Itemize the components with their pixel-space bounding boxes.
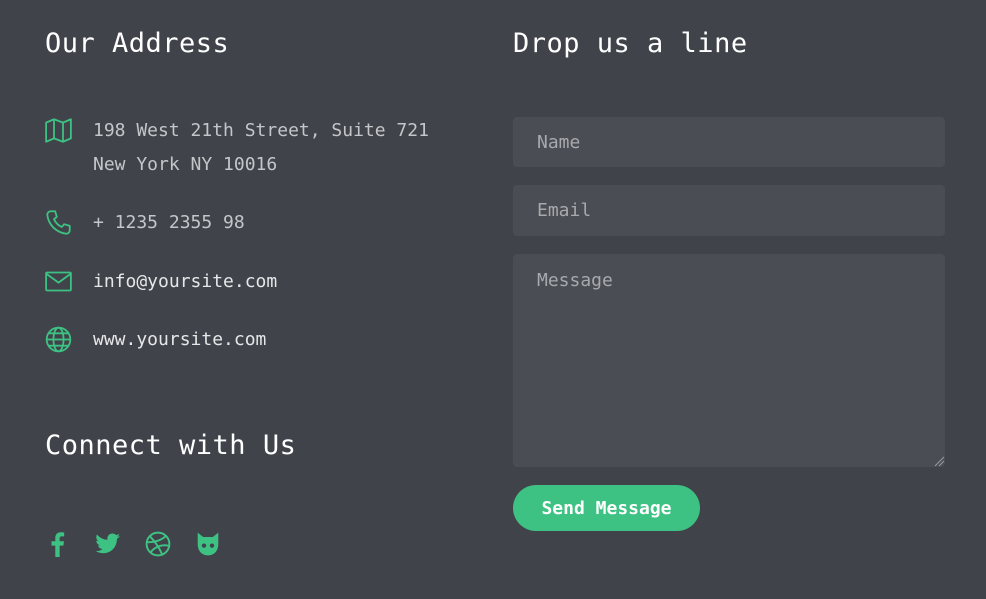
email-input[interactable] [513,185,945,236]
twitter-icon[interactable] [95,531,121,557]
email-row: info@yoursite.com [45,268,277,299]
dribbble-icon[interactable] [145,531,171,557]
facebook-icon[interactable] [45,531,71,557]
phone-number: + 1235 2355 98 [93,212,245,233]
website-link[interactable]: www.yoursite.com [93,323,266,357]
address-title: Our Address [45,28,230,59]
website-row: www.yoursite.com [45,326,266,357]
phone-row: + 1235 2355 98 [45,209,245,240]
address-row: 198 West 21th Street, Suite 721 New York… [45,117,429,182]
name-input[interactable] [513,117,945,167]
connect-title: Connect with Us [45,430,297,461]
phone-icon [45,209,72,236]
map-icon [45,117,72,144]
form-title: Drop us a line [513,28,748,59]
message-textarea[interactable] [513,254,945,467]
globe-icon [45,326,72,353]
address-line-2: New York NY 10016 [93,154,278,175]
email-link[interactable]: info@yoursite.com [93,265,277,299]
mail-icon [45,268,72,295]
github-icon[interactable] [195,531,221,557]
resize-handle-icon[interactable] [933,452,945,467]
address-text: 198 West 21th Street, Suite 721 New York… [93,114,429,182]
send-message-button[interactable]: Send Message [513,485,700,531]
address-line-1: 198 West 21th Street, Suite 721 [93,120,429,141]
social-links [45,531,245,557]
